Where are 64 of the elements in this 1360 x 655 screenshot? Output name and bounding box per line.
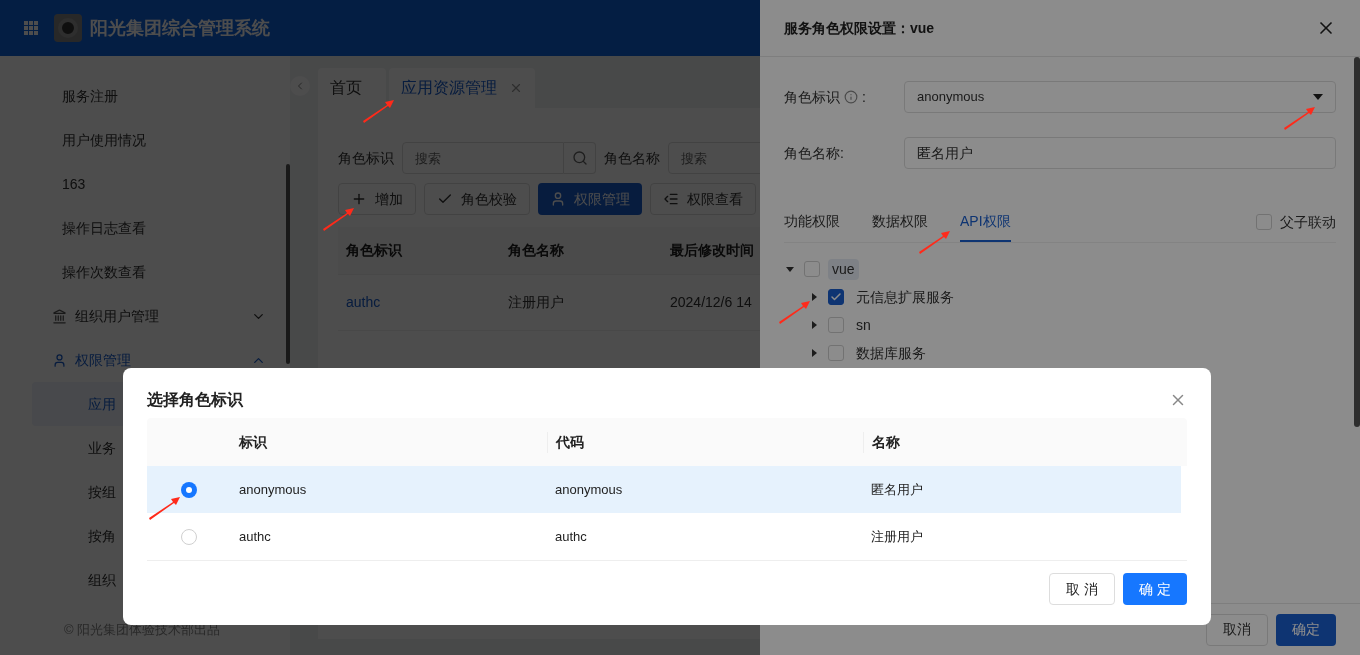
search-icon (571, 150, 588, 166)
drawer-tab[interactable]: 功能权限 (784, 202, 840, 242)
checkbox[interactable] (828, 289, 844, 305)
drawer-tab[interactable]: 数据权限 (872, 202, 928, 242)
field-label: 角色标识 (784, 87, 840, 107)
table-row[interactable]: anonymous anonymous 匿名用户 (147, 466, 1181, 513)
drawer-button[interactable]: 取消 (1206, 613, 1268, 646)
column-header: 代码 (547, 431, 863, 453)
drawer-button[interactable]: 确定 (1276, 613, 1336, 646)
app-title: 阳光集团综合管理系统 (90, 16, 270, 40)
table-cell-text: anonymous (238, 480, 308, 499)
column-header: 最后修改时间 (669, 241, 755, 260)
tree-node-label[interactable]: vue (828, 258, 859, 280)
sidebar-item[interactable]: 用户使用情况 (62, 129, 146, 151)
table-cell[interactable]: authc (338, 292, 500, 313)
table-cell-text: authc (554, 527, 588, 546)
modal-title: 选择角色标识 (147, 390, 243, 410)
radio-button[interactable] (181, 528, 197, 545)
table-cell-text: anonymous (554, 480, 624, 499)
drawer-title: 服务角色权限设置：vue (784, 18, 935, 38)
table-cell-text: 2024/12/6 14 (669, 293, 753, 312)
list-icon (663, 191, 679, 207)
close-icon[interactable] (509, 81, 523, 95)
logo-icon (54, 14, 82, 42)
tree-node-label[interactable]: sn (852, 314, 875, 336)
page-tab[interactable]: 首页 (318, 68, 386, 108)
field-label-colon: : (862, 87, 866, 107)
column-header: 角色标识 (345, 241, 403, 260)
plus-icon (351, 191, 367, 207)
role-select[interactable]: anonymous (904, 81, 1336, 113)
sidebar-item[interactable]: 服务注册 (62, 85, 118, 107)
column-header: 名称 (863, 431, 1179, 453)
filter-label: 角色标识 (338, 148, 394, 168)
sidebar-group[interactable]: 组织用户管理 (75, 305, 247, 327)
user-icon (52, 352, 67, 368)
sidebar-item[interactable]: 操作日志查看 (62, 217, 146, 239)
radio-button[interactable] (181, 481, 197, 498)
table-cell-text: 注册用户 (507, 293, 565, 312)
column-header: 标识 (238, 432, 268, 452)
modal-button[interactable]: 确 定 (1123, 573, 1187, 605)
checkbox-label: 父子联动 (1280, 212, 1336, 232)
caret-icon[interactable] (784, 265, 796, 273)
column-header: 角色名称 (507, 241, 565, 260)
info-icon (844, 90, 858, 104)
page-tab[interactable]: 应用资源管理 (389, 68, 535, 108)
table-cell-text: 匿名用户 (870, 480, 924, 499)
sidebar-item[interactable]: 163 (62, 173, 86, 195)
tree-node-label[interactable]: 数据库服务 (852, 342, 930, 364)
filter-label: 角色名称 (604, 148, 660, 168)
drawer-tab[interactable]: API权限 (960, 202, 1011, 242)
sidebar-group[interactable]: 权限管理 (75, 349, 247, 371)
tree-node-label[interactable]: 元信息扩展服务 (852, 286, 958, 308)
toolbar-button[interactable]: 角色校验 (424, 183, 530, 215)
role-name-field[interactable]: 匿名用户 (904, 137, 1336, 169)
table-cell-text: 注册用户 (870, 527, 924, 546)
modal-button[interactable]: 取 消 (1049, 573, 1116, 605)
apps-grid-icon[interactable] (24, 21, 38, 35)
check-icon (830, 291, 842, 303)
sidebar-item[interactable]: 操作次数查看 (62, 261, 146, 283)
dropdown-caret-icon (1313, 94, 1323, 100)
toolbar-button[interactable]: 增加 (338, 183, 416, 215)
bank-icon (52, 308, 67, 324)
table-cell-text: authc (238, 527, 272, 546)
search-button[interactable] (564, 142, 596, 174)
